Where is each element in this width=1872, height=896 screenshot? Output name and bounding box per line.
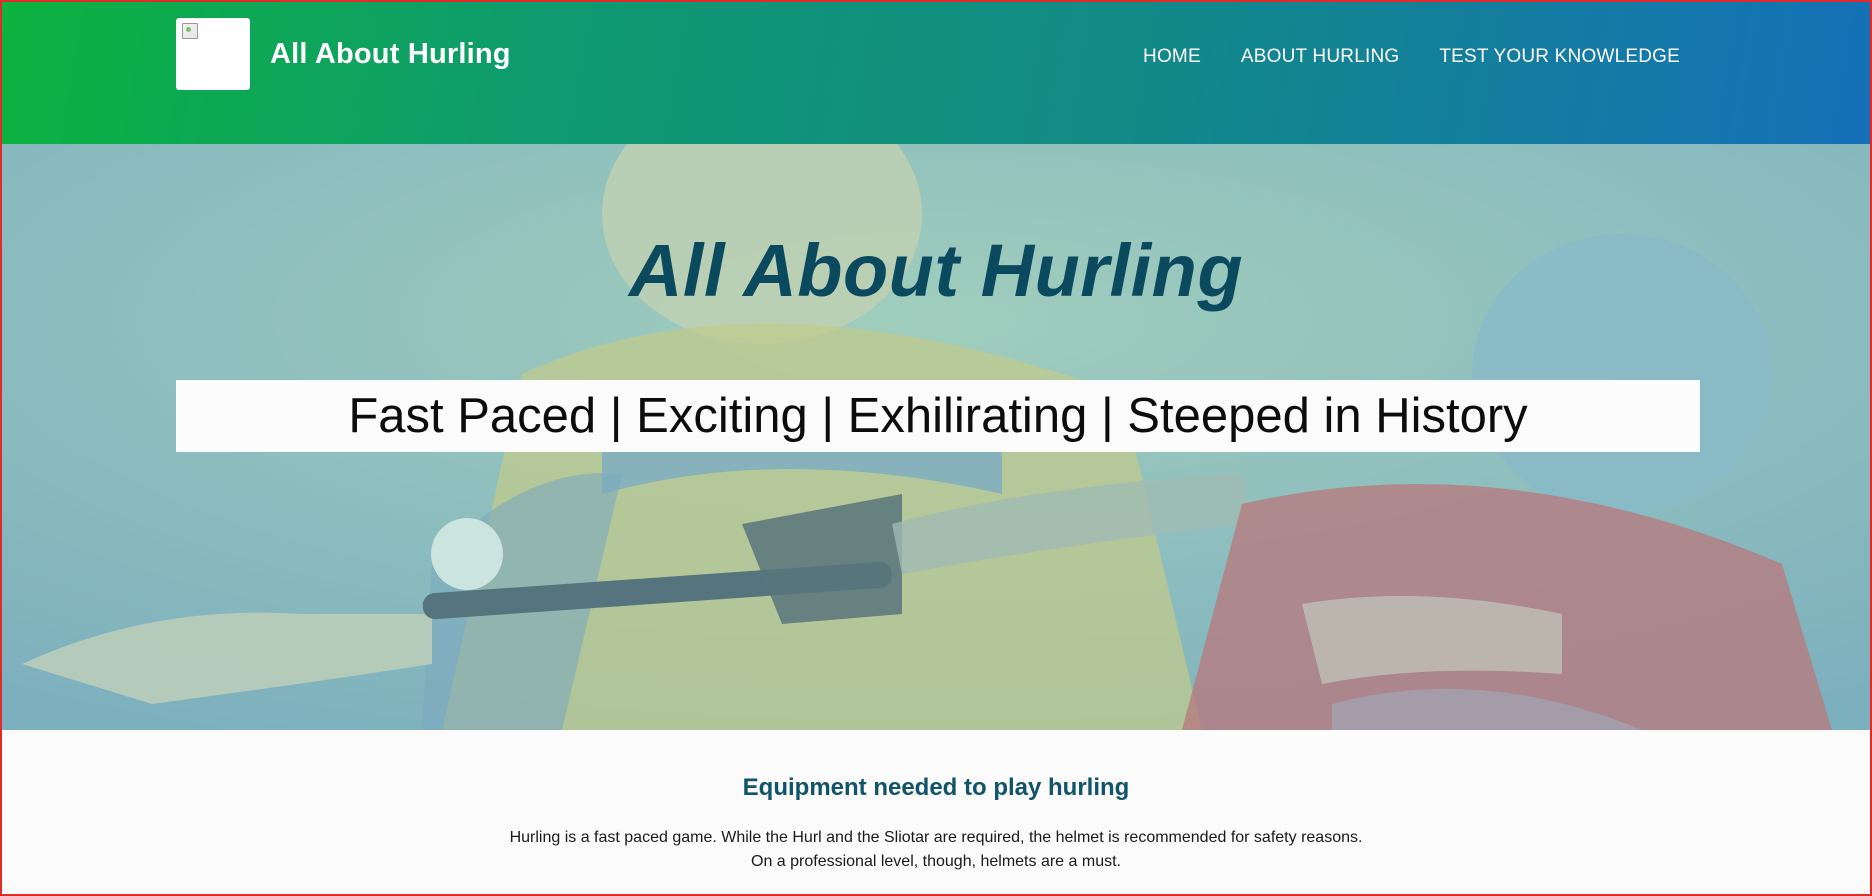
tagline-bar: Fast Paced | Exciting | Exhilirating | S… <box>176 380 1700 452</box>
nav-test-your-knowledge-link[interactable]: TEST YOUR KNOWLEDGE <box>1439 46 1680 68</box>
nav-about-hurling-link[interactable]: ABOUT HURLING <box>1241 46 1400 68</box>
nav-home-link[interactable]: HOME <box>1143 46 1201 68</box>
broken-image-icon <box>182 23 198 39</box>
section-title: Equipment needed to play hurling <box>742 774 1130 801</box>
hero-banner: All About Hurling Fast Paced | Exciting … <box>2 144 1870 730</box>
brand-title[interactable]: All About Hurling <box>270 38 511 71</box>
tagline: Fast Paced | Exciting | Exhilirating | S… <box>348 389 1528 443</box>
main-nav: HOME ABOUT HURLING TEST YOUR KNOWLEDGE <box>1143 46 1680 68</box>
section-text-line-2: On a professional level, though, helmets… <box>751 853 1121 870</box>
brand[interactable]: All About Hurling <box>176 18 511 90</box>
page-frame: All About Hurling HOME ABOUT HURLING TES… <box>0 0 1872 896</box>
section-text-line-1: Hurling is a fast paced game. While the … <box>509 829 1363 846</box>
section-text: Hurling is a fast paced game. While the … <box>2 826 1870 874</box>
hero-title: All About Hurling <box>628 229 1244 312</box>
logo[interactable] <box>176 18 250 90</box>
navbar: All About Hurling HOME ABOUT HURLING TES… <box>2 2 1870 144</box>
equipment-section: Equipment needed to play hurling Hurling… <box>2 730 1870 874</box>
